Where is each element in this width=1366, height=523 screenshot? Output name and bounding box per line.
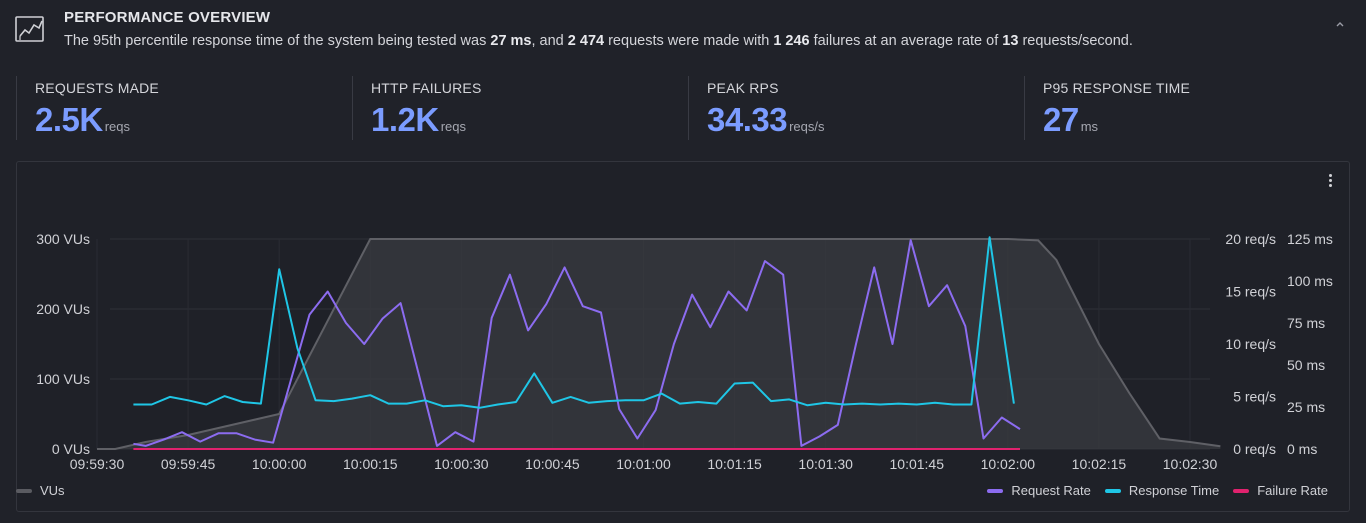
legend-label: Request Rate — [1011, 483, 1091, 498]
y-tick-label: 125 ms — [1287, 231, 1333, 247]
y-tick-label: 300 VUs — [36, 231, 90, 247]
legend-item-request-rate[interactable]: Request Rate — [987, 483, 1091, 498]
legend-label: Failure Rate — [1257, 483, 1328, 498]
x-tick-label: 10:02:00 — [981, 456, 1036, 472]
x-tick-label: 10:00:30 — [434, 456, 489, 472]
y-tick-label: 0 VUs — [52, 441, 90, 457]
x-tick-label: 09:59:30 — [70, 456, 125, 472]
y-tick-label: 100 ms — [1287, 273, 1333, 289]
performance-chart: 0 VUs 100 VUs 200 VUs 300 VUs 0 req/s 5 req/s… — [36, 231, 1333, 472]
y-tick-label: 5 req/s — [1233, 389, 1276, 405]
y-tick-label: 20 req/s — [1225, 231, 1276, 247]
y-tick-label: 15 req/s — [1225, 284, 1276, 300]
y-tick-label: 50 ms — [1287, 357, 1325, 373]
y-tick-label: 100 VUs — [36, 371, 90, 387]
legend-label: Response Time — [1128, 483, 1220, 498]
x-tick-label: 10:02:30 — [1163, 456, 1218, 472]
x-tick-label: 10:02:15 — [1072, 456, 1127, 472]
legend-right: Request Rate Response Time Failure Rate — [987, 483, 1328, 498]
y-tick-label: 0 req/s — [1233, 441, 1276, 457]
legend-swatch — [1104, 488, 1121, 493]
legend-left: VUs — [16, 483, 65, 498]
x-tick-label: 09:59:45 — [161, 456, 216, 472]
legend-item-response-time[interactable]: Response Time — [1104, 483, 1220, 498]
legend-label: VUs — [40, 483, 65, 498]
legend-swatch — [987, 488, 1004, 493]
legend-swatch — [1233, 488, 1250, 493]
x-tick-label: 10:01:45 — [890, 456, 945, 472]
y-tick-label: 25 ms — [1287, 399, 1325, 415]
y-tick-label: 0 ms — [1287, 441, 1317, 457]
x-tick-label: 10:01:00 — [616, 456, 671, 472]
y-tick-label: 75 ms — [1287, 315, 1325, 331]
y-tick-label: 200 VUs — [36, 301, 90, 317]
x-tick-label: 10:01:30 — [798, 456, 853, 472]
legend-swatch — [16, 488, 32, 493]
legend-item-vus[interactable]: VUs — [16, 483, 65, 498]
y-tick-label: 10 req/s — [1225, 336, 1276, 352]
x-tick-label: 10:00:00 — [252, 456, 307, 472]
x-tick-label: 10:01:15 — [707, 456, 762, 472]
x-tick-label: 10:00:45 — [525, 456, 580, 472]
x-tick-label: 10:00:15 — [343, 456, 398, 472]
legend-item-failure-rate[interactable]: Failure Rate — [1233, 483, 1328, 498]
